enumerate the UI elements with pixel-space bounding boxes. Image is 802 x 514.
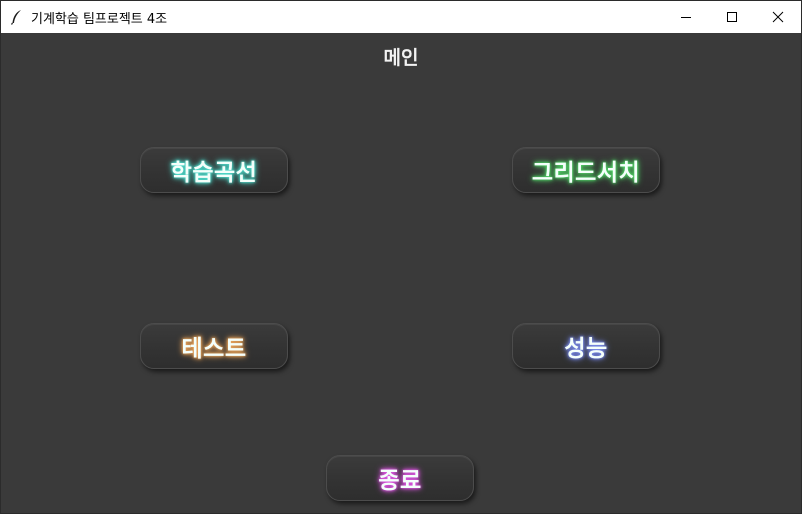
minimize-button[interactable] (663, 1, 709, 33)
performance-button[interactable]: 성능 (512, 323, 660, 369)
close-icon (772, 11, 784, 23)
learning-curve-button[interactable]: 학습곡선 (140, 147, 288, 193)
feather-icon (9, 9, 25, 25)
title-bar[interactable]: 기계학습 팀프로젝트 4조 (1, 1, 801, 33)
test-button[interactable]: 테스트 (140, 323, 288, 369)
maximize-button[interactable] (709, 1, 755, 33)
window-title: 기계학습 팀프로젝트 4조 (31, 11, 168, 27)
app-window: 기계학습 팀프로젝트 4조 메인 학습곡선 그리드서치 테스트 성능 종료 (0, 0, 802, 514)
close-button[interactable] (755, 1, 801, 33)
exit-button[interactable]: 종료 (326, 455, 474, 501)
grid-search-button[interactable]: 그리드서치 (512, 147, 660, 193)
minimize-icon (681, 17, 691, 18)
maximize-icon (727, 12, 737, 22)
main-title: 메인 (383, 47, 419, 69)
window-controls (663, 1, 801, 33)
